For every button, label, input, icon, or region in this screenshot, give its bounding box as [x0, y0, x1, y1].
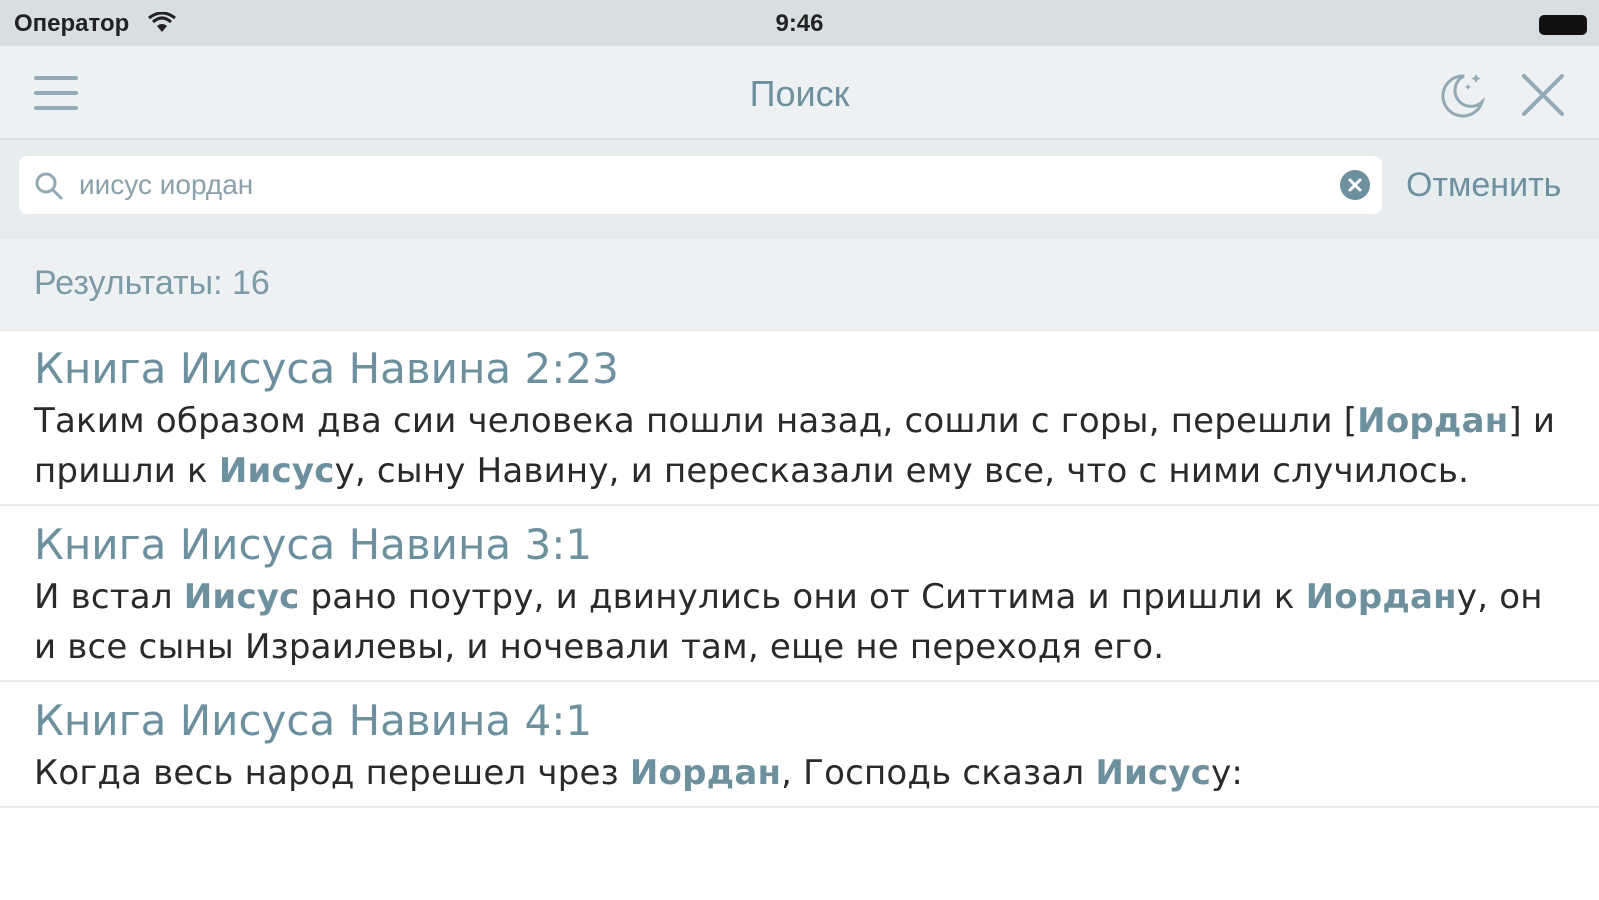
text-segment: И встал: [34, 577, 184, 617]
results-header: Результаты: 16: [0, 236, 1599, 331]
result-text: Таким образом два сии человека пошли наз…: [34, 396, 1569, 504]
result-item[interactable]: Книга Иисуса Навина 4:1 Когда весь народ…: [0, 682, 1599, 808]
search-bar: Отменить: [0, 140, 1599, 236]
text-segment: Когда весь народ перешел чрез: [34, 753, 630, 793]
text-segment: Таким образом два сии человека пошли наз…: [34, 401, 1358, 441]
highlight-match: Иордан: [1357, 401, 1509, 441]
text-segment: рано поутру, и двинулись они от Ситтима …: [299, 577, 1306, 617]
navigation-bar: Поиск: [0, 46, 1599, 140]
search-field[interactable]: [19, 156, 1382, 214]
result-text: И встал Иисус рано поутру, и двинулись о…: [34, 572, 1569, 680]
cancel-button[interactable]: Отменить: [1406, 164, 1561, 206]
result-reference: Книга Иисуса Навина 4:1: [34, 696, 593, 745]
highlight-match: Иисус: [1095, 753, 1212, 793]
text-segment: , Господь сказал: [781, 753, 1096, 793]
highlight-match: Иисус: [183, 577, 300, 617]
status-bar: Оператор 9:46: [0, 0, 1599, 46]
search-input[interactable]: [79, 164, 1299, 206]
highlight-match: Иордан: [1305, 577, 1457, 617]
text-segment: у:: [1211, 753, 1244, 793]
close-icon[interactable]: [1520, 72, 1566, 118]
text-segment: у, сыну Навину, и пересказали ему все, ч…: [334, 451, 1470, 491]
clear-search-icon[interactable]: [1340, 170, 1370, 200]
page-title: Поиск: [749, 73, 850, 114]
result-item[interactable]: Книга Иисуса Навина 2:23 Таким образом д…: [0, 330, 1599, 506]
battery-icon: [1539, 15, 1587, 35]
results-count: Результаты: 16: [34, 264, 270, 302]
status-time: 9:46: [775, 10, 824, 37]
result-reference: Книга Иисуса Навина 2:23: [34, 344, 619, 393]
night-mode-icon[interactable]: [1438, 70, 1488, 120]
result-text: Когда весь народ перешел чрез Иордан, Го…: [34, 748, 1569, 806]
highlight-match: Иисус: [218, 451, 335, 491]
results-list: Книга Иисуса Навина 2:23 Таким образом д…: [0, 330, 1599, 808]
result-reference: Книга Иисуса Навина 3:1: [34, 520, 593, 569]
result-item[interactable]: Книга Иисуса Навина 3:1 И встал Иисус ра…: [0, 506, 1599, 682]
highlight-match: Иордан: [629, 753, 782, 793]
search-icon: [33, 170, 65, 202]
